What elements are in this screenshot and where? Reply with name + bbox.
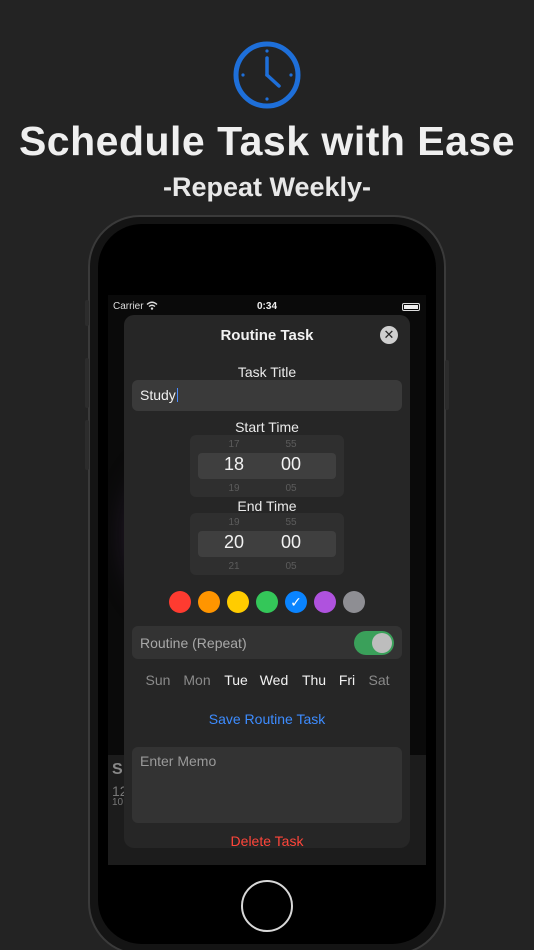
task-title-input[interactable]: Study <box>132 380 402 411</box>
status-time: 0:34 <box>256 301 277 312</box>
end-hour[interactable]: 20 <box>214 532 254 553</box>
color-swatch-gray[interactable] <box>343 591 365 613</box>
background-card-initial: S <box>112 761 123 778</box>
end-minute[interactable]: 00 <box>271 532 311 553</box>
picker-hour-above: 17 <box>228 439 240 450</box>
promo-subtitle: -Repeat Weekly- <box>162 172 372 202</box>
picker-hour-below: 19 <box>228 483 240 494</box>
picker-minute-above: 55 <box>285 517 297 528</box>
memo-placeholder: Enter Memo <box>140 753 217 769</box>
start-time-label: Start Time <box>235 419 299 435</box>
clock-icon <box>233 41 301 109</box>
promo-title: Schedule Task with Ease <box>18 118 516 164</box>
color-swatch-row: ✓ <box>169 591 369 615</box>
delete-task-button[interactable]: Delete Task <box>124 833 410 848</box>
home-button[interactable] <box>241 880 293 932</box>
routine-repeat-label: Routine (Repeat) <box>140 635 247 651</box>
end-time-label: End Time <box>237 498 297 514</box>
color-swatch-orange[interactable] <box>198 591 220 613</box>
color-swatch-blue[interactable]: ✓ <box>285 591 307 613</box>
day-tue[interactable]: Tue <box>216 672 256 688</box>
modal-title: Routine Task <box>220 327 314 344</box>
volume-down-button <box>85 420 89 470</box>
checkmark-icon: ✓ <box>290 594 302 610</box>
end-time-picker[interactable]: 19 55 20 00 21 05 <box>190 513 344 575</box>
routine-task-modal: Routine Task ✕ Task Title Study Start Ti… <box>124 315 410 848</box>
task-title-label: Task Title <box>237 364 297 380</box>
color-swatch-red[interactable] <box>169 591 191 613</box>
start-minute[interactable]: 00 <box>271 454 311 475</box>
picker-minute-above: 55 <box>285 439 297 450</box>
color-swatch-purple[interactable] <box>314 591 336 613</box>
battery-icon <box>402 303 420 311</box>
start-time-picker[interactable]: 17 55 18 00 19 05 <box>190 435 344 497</box>
close-icon[interactable]: ✕ <box>380 326 398 344</box>
day-sun[interactable]: Sun <box>138 672 178 688</box>
status-bar: Carrier 0:34 <box>108 299 426 315</box>
save-routine-task-button[interactable]: Save Routine Task <box>124 711 410 727</box>
silent-switch <box>85 300 89 326</box>
toggle-knob <box>372 633 392 653</box>
day-wed[interactable]: Wed <box>254 672 294 688</box>
picker-minute-below: 05 <box>285 561 297 572</box>
routine-repeat-row: Routine (Repeat) <box>132 626 402 659</box>
start-hour[interactable]: 18 <box>214 454 254 475</box>
text-caret <box>176 388 178 402</box>
memo-input[interactable]: Enter Memo <box>132 747 402 823</box>
routine-toggle[interactable] <box>354 631 394 655</box>
task-title-value: Study <box>140 387 176 403</box>
background-card-sub: 10 <box>112 797 124 808</box>
color-swatch-yellow[interactable] <box>227 591 249 613</box>
picker-minute-below: 05 <box>285 483 297 494</box>
picker-hour-above: 19 <box>228 517 240 528</box>
day-mon[interactable]: Mon <box>177 672 217 688</box>
day-sat[interactable]: Sat <box>359 672 399 688</box>
power-button <box>445 360 449 410</box>
picker-hour-below: 21 <box>228 561 240 572</box>
volume-up-button <box>85 358 89 408</box>
color-swatch-green[interactable] <box>256 591 278 613</box>
